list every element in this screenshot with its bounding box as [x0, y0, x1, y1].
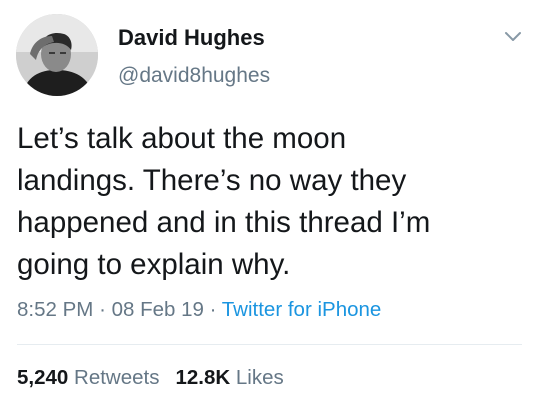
tweet-time[interactable]: 8:52 PM — [17, 298, 93, 321]
tweet-stats: 5,240 Retweets 12.8K Likes — [17, 366, 284, 390]
tweet-date[interactable]: 08 Feb 19 — [112, 298, 204, 321]
meta-separator: · — [99, 298, 106, 321]
likes-stat[interactable]: 12.8K Likes — [175, 366, 283, 389]
tweet-card: David Hughes @david8hughes Let’s talk ab… — [0, 0, 539, 408]
tweet-metadata: 8:52 PM · 08 Feb 19 · Twitter for iPhone — [17, 298, 381, 322]
retweets-stat[interactable]: 5,240 Retweets — [17, 366, 159, 389]
avatar[interactable] — [16, 14, 98, 96]
user-display-name[interactable]: David Hughes — [118, 25, 265, 51]
meta-separator: · — [209, 298, 217, 321]
retweets-label: Retweets — [74, 366, 160, 389]
tweet-text: Let’s talk about the moon landings. Ther… — [17, 122, 431, 281]
divider — [17, 344, 522, 345]
avatar-photo — [16, 14, 98, 96]
likes-count: 12.8K — [175, 366, 231, 389]
likes-label: Likes — [235, 366, 284, 389]
user-handle[interactable]: @david8hughes — [118, 64, 270, 88]
tweet-source-link[interactable]: Twitter for iPhone — [222, 298, 382, 321]
chevron-down-icon[interactable] — [503, 30, 523, 44]
retweets-count: 5,240 — [17, 366, 69, 389]
